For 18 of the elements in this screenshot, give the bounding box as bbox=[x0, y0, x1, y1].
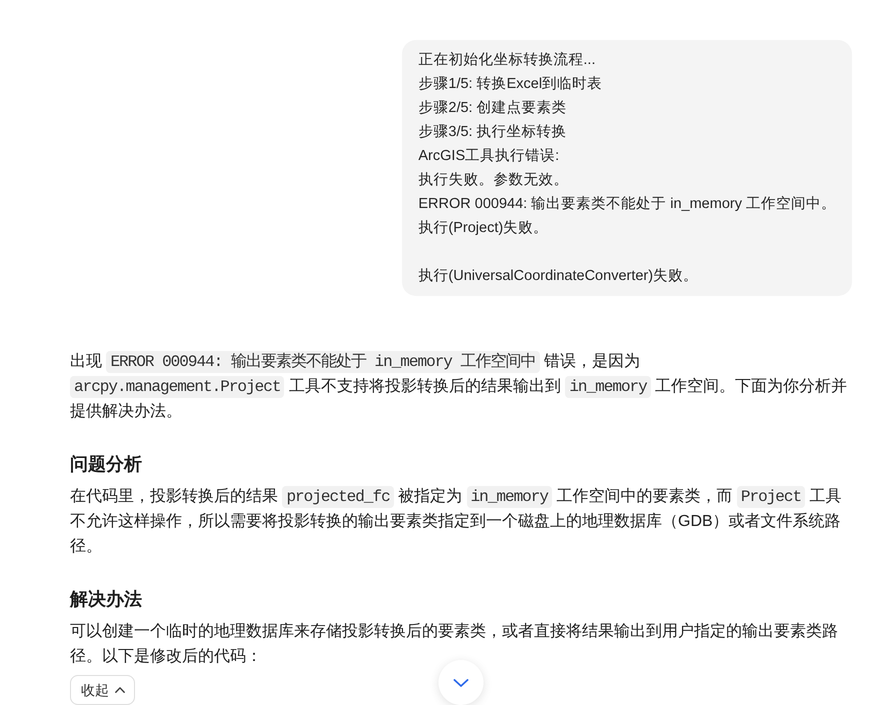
message-line: 执行(UniversalCoordinateConverter)失败。 bbox=[418, 267, 700, 286]
chevron-up-icon bbox=[115, 687, 125, 693]
chevron-down-icon bbox=[454, 678, 468, 686]
message-line: 正在初始化坐标转换流程... bbox=[418, 50, 596, 70]
message-line: 步骤2/5: 创建点要素类 bbox=[418, 99, 568, 118]
answer-paragraph: 在代码里，投影转换后的结果 projected_fc 被指定为 in_memory 工作空间中的要素类，而 Project 工具不允许这样操作，所以需要将投影转换的输出要素类指定到一个磁盘上的地理数据库（GDB）或者文件系统路径。 bbox=[70, 485, 843, 557]
message-line: 步骤3/5: 执行坐标转换 bbox=[418, 123, 568, 142]
message-line: 步骤1/5: 转换Excel到临时表 bbox=[418, 75, 604, 94]
message-line: 执行失败。参数无效。 bbox=[418, 171, 570, 190]
section-heading: 问题分析 bbox=[70, 453, 143, 476]
section-heading: 解决办法 bbox=[70, 588, 143, 611]
scroll-down-button[interactable] bbox=[438, 660, 484, 705]
answer-paragraph: 可以创建一个临时的地理数据库来存储投影转换后的要素类，或者直接将结果输出到用户指定的输出要素类路径。以下是修改后的代码： bbox=[70, 622, 839, 667]
message-line: 执行(Project)失败。 bbox=[418, 219, 550, 238]
collapse-button[interactable]: 收起 bbox=[70, 675, 135, 705]
message-line: ArcGIS工具执行错误: bbox=[418, 147, 560, 166]
answer-paragraph: 出现 ERROR 000944: 输出要素类不能处于 in_memory 工作空间中 错误，是因为 arcpy.management.Project 工具不支持将投影转换后的结果输出到 in_memory 工作空间。下面为你分析并提供解决办法。 bbox=[70, 350, 848, 422]
message-line: ERROR 000944: 输出要素类不能处于 in_memory 工作空间中。 bbox=[418, 195, 836, 214]
